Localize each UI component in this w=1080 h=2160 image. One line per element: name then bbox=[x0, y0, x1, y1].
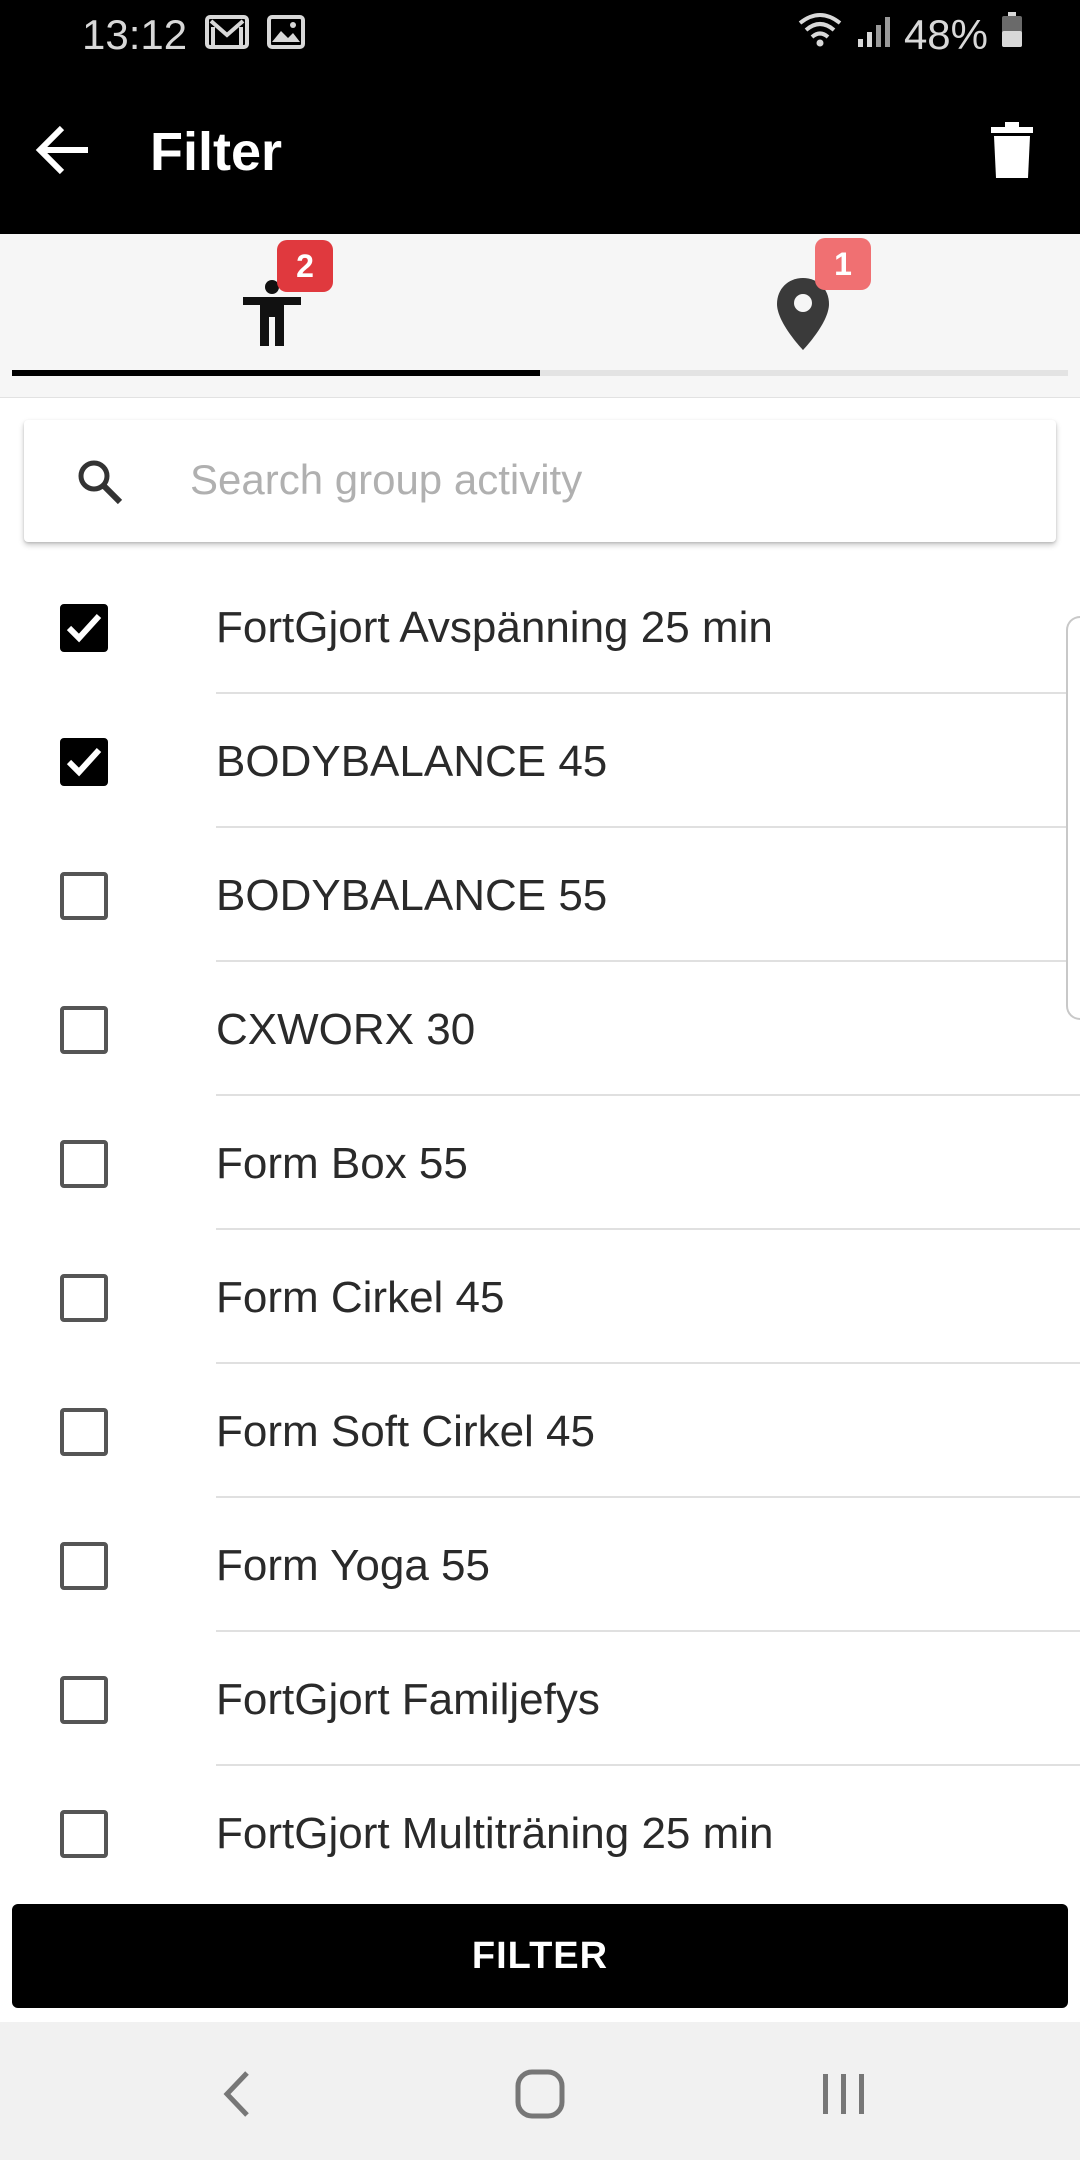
filter-tabs: 2 1 bbox=[0, 234, 1080, 398]
nav-home-button[interactable] bbox=[500, 2056, 580, 2136]
list-item[interactable]: Form Yoga 55 bbox=[0, 1498, 1080, 1632]
battery-icon bbox=[1000, 11, 1024, 59]
list-item-label: Form Cirkel 45 bbox=[216, 1273, 505, 1322]
list-item[interactable]: FortGjort Familjefys bbox=[0, 1632, 1080, 1766]
search-input[interactable] bbox=[188, 444, 1008, 516]
page-title: Filter bbox=[150, 122, 283, 182]
arrow-left-icon bbox=[34, 124, 90, 181]
wifi-icon bbox=[796, 11, 844, 59]
tab-activity-icon-wrap: 2 bbox=[241, 240, 333, 350]
list-item-label: FortGjort Multiträning 25 min bbox=[216, 1809, 774, 1858]
nav-home-icon bbox=[514, 2068, 566, 2125]
activity-list: FortGjort Avspänning 25 min BODYBALANCE 4… bbox=[0, 560, 1080, 1890]
gmail-icon bbox=[205, 11, 250, 59]
checkbox-unchecked[interactable] bbox=[60, 1542, 108, 1590]
list-item-label: Form Yoga 55 bbox=[216, 1541, 490, 1590]
checkbox-checked[interactable] bbox=[60, 738, 108, 786]
status-left: 13:12 bbox=[82, 11, 306, 59]
signal-icon bbox=[856, 11, 892, 59]
list-item[interactable]: FortGjort Avspänning 25 min bbox=[0, 560, 1080, 694]
checkbox-unchecked[interactable] bbox=[60, 1274, 108, 1322]
list-item[interactable]: FortGjort Multiträning 25 min bbox=[0, 1766, 1080, 1890]
tab-activity-badge: 2 bbox=[277, 240, 333, 292]
search-icon bbox=[76, 458, 124, 506]
search-bar bbox=[24, 420, 1056, 542]
system-nav-bar bbox=[0, 2022, 1080, 2160]
list-item[interactable]: Form Cirkel 45 bbox=[0, 1230, 1080, 1364]
nav-back-icon bbox=[219, 2069, 253, 2124]
checkbox-unchecked[interactable] bbox=[60, 872, 108, 920]
list-item-label: FortGjort Avspänning 25 min bbox=[216, 603, 773, 652]
clear-filter-button[interactable] bbox=[976, 116, 1048, 188]
checkbox-unchecked[interactable] bbox=[60, 1810, 108, 1858]
app-bar: Filter bbox=[0, 70, 1080, 234]
trash-icon bbox=[991, 121, 1033, 183]
tab-indicator-active bbox=[12, 370, 540, 376]
filter-button[interactable]: FILTER bbox=[12, 1904, 1068, 2008]
status-bar: 13:12 48% bbox=[0, 0, 1080, 70]
list-item[interactable]: Form Box 55 bbox=[0, 1096, 1080, 1230]
list-item[interactable]: BODYBALANCE 55 bbox=[0, 828, 1080, 962]
tab-indicator-inactive bbox=[540, 370, 1068, 376]
checkbox-checked[interactable] bbox=[60, 604, 108, 652]
scrollbar[interactable] bbox=[1066, 616, 1080, 1020]
status-right: 48% bbox=[796, 11, 1024, 59]
list-item[interactable]: BODYBALANCE 45 bbox=[0, 694, 1080, 828]
list-item-label: BODYBALANCE 55 bbox=[216, 871, 608, 920]
back-button[interactable] bbox=[28, 118, 96, 186]
battery-percent: 48% bbox=[903, 11, 988, 58]
tab-location-icon-wrap: 1 bbox=[769, 238, 871, 350]
checkbox-unchecked[interactable] bbox=[60, 1006, 108, 1054]
nav-recent-apps-icon bbox=[820, 2071, 868, 2122]
checkbox-unchecked[interactable] bbox=[60, 1408, 108, 1456]
list-item-label: BODYBALANCE 45 bbox=[216, 737, 608, 786]
list-item-label: Form Box 55 bbox=[216, 1139, 468, 1188]
nav-recent-apps-button[interactable] bbox=[804, 2056, 884, 2136]
image-icon bbox=[267, 11, 306, 59]
tab-location-badge: 1 bbox=[815, 238, 871, 290]
list-item[interactable]: Form Soft Cirkel 45 bbox=[0, 1364, 1080, 1498]
list-item-label: FortGjort Familjefys bbox=[216, 1675, 600, 1724]
list-item-label: Form Soft Cirkel 45 bbox=[216, 1407, 595, 1456]
checkbox-unchecked[interactable] bbox=[60, 1140, 108, 1188]
nav-back-button[interactable] bbox=[196, 2056, 276, 2136]
list-item[interactable]: CXWORX 30 bbox=[0, 962, 1080, 1096]
list-item-label: CXWORX 30 bbox=[216, 1005, 476, 1054]
checkbox-unchecked[interactable] bbox=[60, 1676, 108, 1724]
status-time: 13:12 bbox=[82, 11, 188, 58]
